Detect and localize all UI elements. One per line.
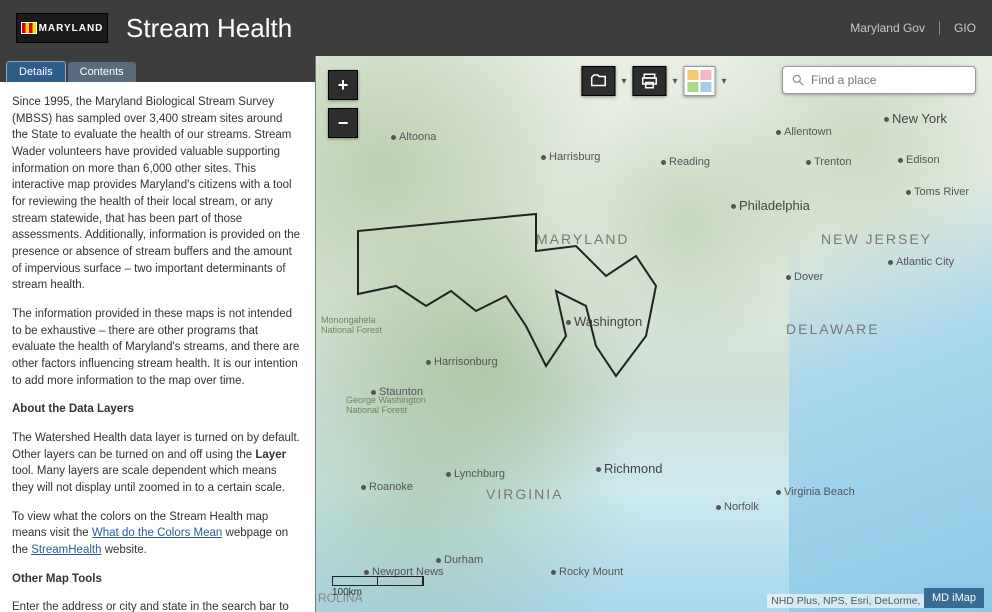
main-content: Details Contents Since 1995, the Marylan… bbox=[0, 56, 992, 612]
state-label: NEW JERSEY bbox=[821, 231, 932, 247]
city-label: Virginia Beach bbox=[776, 486, 855, 498]
details-paragraph: The information provided in these maps i… bbox=[12, 306, 301, 389]
link-maryland-gov[interactable]: Maryland Gov bbox=[850, 21, 925, 35]
maryland-flag-icon bbox=[21, 22, 37, 34]
map-viewport[interactable]: New York Allentown Altoona Edison Harrisburg… bbox=[316, 56, 992, 612]
map-label: George Washington National Forest bbox=[346, 396, 426, 416]
city-label: Atlantic City bbox=[888, 256, 954, 268]
link-colors-mean[interactable]: What do the Colors Mean bbox=[92, 527, 222, 539]
details-paragraph: To view what the colors on the Stream He… bbox=[12, 509, 301, 559]
details-paragraph: Since 1995, the Maryland Biological Stre… bbox=[12, 94, 301, 294]
layer-button[interactable] bbox=[581, 66, 615, 96]
details-heading: About the Data Layers bbox=[12, 401, 301, 418]
city-label: Rocky Mount bbox=[551, 566, 623, 578]
map-label: Monongahela National Forest bbox=[321, 316, 401, 336]
maryland-outline bbox=[356, 196, 716, 396]
app-header: MARYLAND Stream Health Maryland Gov GIO bbox=[0, 0, 992, 56]
map-toolbar: ▾ ▾ ▾ bbox=[581, 66, 726, 96]
separator bbox=[939, 21, 940, 35]
details-paragraph: Enter the address or city and state in t… bbox=[12, 599, 301, 612]
printer-icon bbox=[640, 72, 658, 90]
city-label: Roanoke bbox=[361, 481, 413, 493]
details-pane[interactable]: Since 1995, the Maryland Biological Stre… bbox=[0, 82, 315, 612]
header-links: Maryland Gov GIO bbox=[850, 21, 976, 35]
search-input[interactable] bbox=[811, 73, 967, 87]
details-heading: Other Map Tools bbox=[12, 571, 301, 588]
city-label: Norfolk bbox=[716, 501, 759, 513]
md-imap-badge[interactable]: MD iMap bbox=[924, 588, 984, 608]
zoom-controls: + − bbox=[328, 70, 358, 138]
city-label: Altoona bbox=[391, 131, 436, 143]
city-label: Durham bbox=[436, 554, 483, 566]
tab-details[interactable]: Details bbox=[6, 61, 66, 82]
search-box[interactable] bbox=[782, 66, 976, 94]
city-label: Harrisburg bbox=[541, 151, 600, 163]
logo-text: MARYLAND bbox=[39, 23, 104, 34]
city-label: Philadelphia bbox=[731, 198, 810, 213]
city-label: Toms River bbox=[906, 186, 969, 198]
city-label: Trenton bbox=[806, 156, 852, 168]
city-label: Lynchburg bbox=[446, 468, 505, 480]
details-paragraph: The Watershed Health data layer is turne… bbox=[12, 430, 301, 497]
basemap-button[interactable] bbox=[684, 66, 716, 96]
city-label: Allentown bbox=[776, 126, 832, 138]
print-button[interactable] bbox=[632, 66, 666, 96]
link-gio[interactable]: GIO bbox=[954, 21, 976, 35]
folder-icon bbox=[589, 72, 607, 90]
scale-bar: 100km bbox=[332, 576, 424, 598]
zoom-in-button[interactable]: + bbox=[328, 70, 358, 100]
maryland-logo: MARYLAND bbox=[16, 13, 108, 43]
print-dropdown-arrow[interactable]: ▾ bbox=[672, 76, 677, 87]
city-label: Reading bbox=[661, 156, 710, 168]
scale-label: 100km bbox=[332, 587, 424, 598]
city-label: Harrisonburg bbox=[426, 356, 498, 368]
basemap-swatch-icon bbox=[688, 70, 699, 80]
zoom-out-button[interactable]: − bbox=[328, 108, 358, 138]
tab-contents[interactable]: Contents bbox=[68, 62, 136, 82]
side-panel: Details Contents Since 1995, the Marylan… bbox=[0, 56, 316, 612]
basemap-dropdown-arrow[interactable]: ▾ bbox=[722, 76, 727, 87]
state-label: MARYLAND bbox=[536, 231, 630, 247]
link-streamhealth[interactable]: StreamHealth bbox=[31, 544, 101, 556]
city-label: Edison bbox=[898, 154, 940, 166]
city-label: Dover bbox=[786, 271, 823, 283]
layer-dropdown-arrow[interactable]: ▾ bbox=[621, 76, 626, 87]
city-label: Washington bbox=[566, 314, 642, 329]
city-label: Richmond bbox=[596, 461, 663, 476]
city-label: New York bbox=[884, 111, 947, 126]
state-label: VIRGINIA bbox=[486, 486, 563, 502]
state-label: DELAWARE bbox=[786, 321, 880, 337]
search-icon bbox=[791, 73, 805, 87]
side-tabs: Details Contents bbox=[0, 56, 315, 82]
app-title: Stream Health bbox=[126, 13, 292, 44]
